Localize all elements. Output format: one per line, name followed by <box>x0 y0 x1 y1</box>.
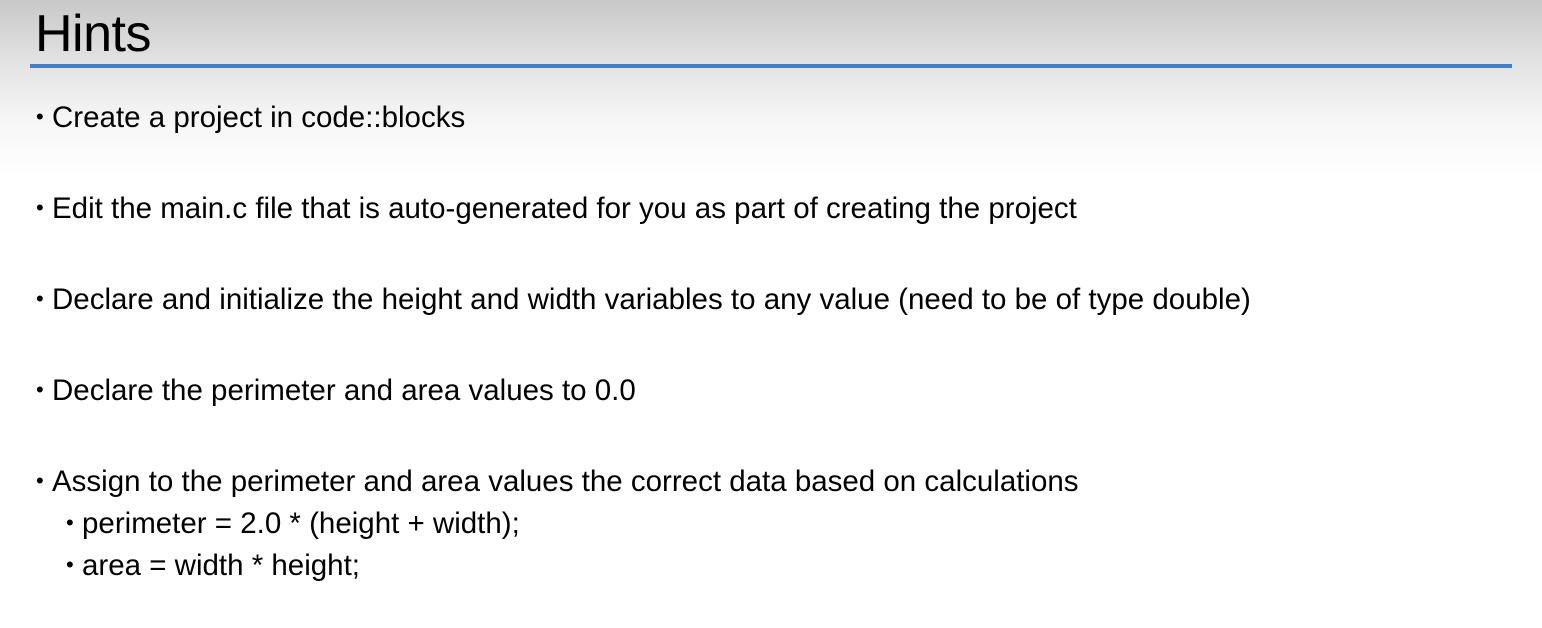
sub-bullet-item: • area = width * height; <box>36 546 1251 588</box>
bullet-icon: • <box>36 286 44 311</box>
bullet-item: • Declare the perimeter and area values … <box>36 371 1251 413</box>
bullet-icon: • <box>36 377 44 402</box>
bullet-icon: • <box>36 195 44 220</box>
title-underline <box>30 64 1512 68</box>
bullet-text: Declare the perimeter and area values to… <box>52 374 636 407</box>
bullet-item: • Assign to the perimeter and area value… <box>36 462 1251 504</box>
bullet-item: • Edit the main.c file that is auto-gene… <box>36 189 1251 231</box>
bullet-icon: • <box>36 468 44 493</box>
bullet-list: • Create a project in code::blocks • Edi… <box>36 98 1251 588</box>
bullet-text: Declare and initialize the height and wi… <box>52 283 1251 316</box>
bullet-item: • Declare and initialize the height and … <box>36 280 1251 322</box>
bullet-icon: • <box>36 104 44 129</box>
bullet-text: Create a project in code::blocks <box>52 101 466 134</box>
bullet-item: • Create a project in code::blocks <box>36 98 1251 140</box>
bullet-icon: • <box>66 510 74 535</box>
slide: Hints • Create a project in code::blocks… <box>0 0 1542 628</box>
sub-bullet-text: perimeter = 2.0 * (height + width); <box>82 507 520 540</box>
bullet-text: Edit the main.c file that is auto-genera… <box>52 192 1077 225</box>
slide-title: Hints <box>35 5 151 63</box>
bullet-text: Assign to the perimeter and area values … <box>52 465 1079 498</box>
sub-bullet-item: • perimeter = 2.0 * (height + width); <box>36 504 1251 546</box>
sub-bullet-text: area = width * height; <box>82 549 360 582</box>
bullet-icon: • <box>66 552 74 577</box>
